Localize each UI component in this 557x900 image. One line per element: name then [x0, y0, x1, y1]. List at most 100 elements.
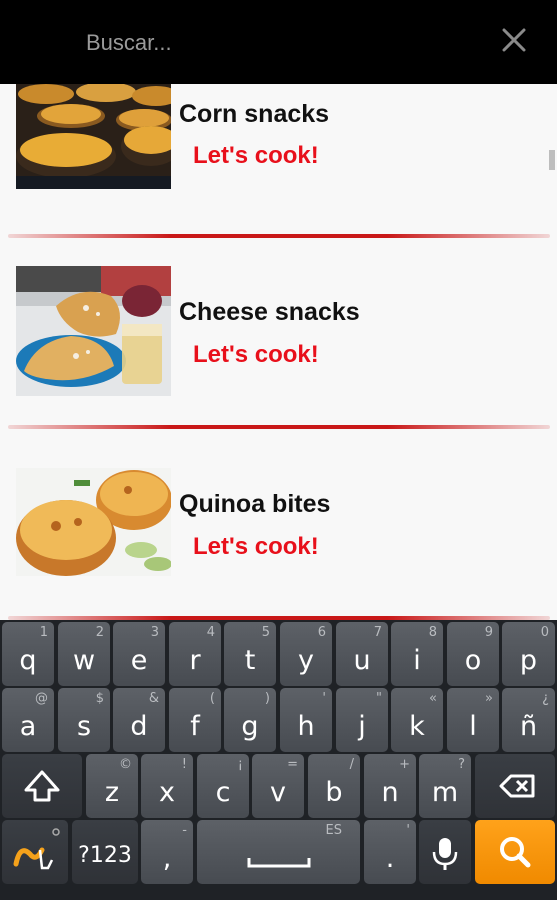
swype-icon — [13, 828, 60, 870]
key-g[interactable]: ) g — [224, 688, 276, 752]
key-label: k — [409, 711, 425, 742]
key-label: r — [189, 645, 201, 676]
lets-cook-link[interactable]: Let's cook! — [193, 341, 319, 369]
close-icon[interactable] — [496, 22, 532, 58]
key-label: f — [190, 711, 200, 742]
recipe-title: Cheese snacks — [179, 298, 360, 326]
key-v[interactable]: = v — [252, 754, 304, 818]
symbols-key[interactable]: ?123 — [72, 820, 138, 884]
key-label: a — [19, 711, 37, 742]
shift-key[interactable] — [2, 754, 82, 818]
key-alt: & — [148, 691, 159, 706]
key-o[interactable]: 9o — [447, 622, 499, 686]
key-u[interactable]: 7u — [336, 622, 388, 686]
key-z[interactable]: © z — [86, 754, 138, 818]
lets-cook-link[interactable]: Let's cook! — [193, 142, 319, 170]
key-label: v — [270, 777, 286, 808]
key-alt: ( — [209, 691, 215, 706]
key-label: p — [519, 645, 538, 676]
key-alt: + — [399, 757, 410, 772]
search-input[interactable] — [86, 28, 466, 58]
key-j[interactable]: " j — [336, 688, 388, 752]
key-label: d — [130, 711, 148, 742]
key-comma[interactable]: -, — [141, 820, 193, 884]
key-label: e — [130, 645, 148, 676]
key-label: h — [297, 711, 315, 742]
key-alt: 9 — [484, 625, 493, 640]
key-s[interactable]: $ s — [58, 688, 110, 752]
key-label: u — [353, 645, 371, 676]
key-c[interactable]: ¡ c — [197, 754, 249, 818]
key-label: y — [298, 645, 314, 676]
recipe-image-quinoa-bites — [16, 468, 171, 576]
key-m[interactable]: ? m — [419, 754, 471, 818]
key-label: x — [159, 777, 175, 808]
key-alt: ) — [264, 691, 270, 706]
recipe-title: Quinoa bites — [179, 490, 331, 518]
key-label: w — [72, 645, 96, 676]
key-label: . — [385, 843, 395, 874]
key-p[interactable]: 0p — [502, 622, 555, 686]
lets-cook-link[interactable]: Let's cook! — [193, 533, 319, 561]
list-item[interactable]: Corn snacks Let's cook! — [0, 84, 557, 268]
key-alt: $ — [95, 691, 104, 706]
key-alt: 1 — [39, 625, 48, 640]
key-label: c — [215, 777, 231, 808]
mic-key[interactable] — [419, 820, 471, 884]
scrollbar[interactable] — [549, 150, 555, 170]
key-n-tilde[interactable]: ¿ ñ — [502, 688, 555, 752]
backspace-key[interactable] — [475, 754, 555, 818]
divider — [8, 234, 550, 238]
backspace-icon — [499, 774, 535, 798]
key-label: n — [381, 777, 399, 808]
recipe-image-corn-snacks — [16, 84, 171, 189]
key-label: m — [431, 777, 459, 808]
key-period[interactable]: '. — [364, 820, 416, 884]
key-alt: ¡ — [237, 757, 243, 772]
key-n[interactable]: + n — [364, 754, 416, 818]
key-alt: = — [287, 757, 298, 772]
key-f[interactable]: (f — [169, 688, 221, 752]
key-h[interactable]: ' h — [280, 688, 332, 752]
key-alt: ' — [322, 691, 326, 706]
key-e[interactable]: 3e — [113, 622, 165, 686]
key-alt: ? — [458, 757, 465, 772]
key-alt: 6 — [317, 625, 326, 640]
key-l[interactable]: » l — [447, 688, 499, 752]
key-label: z — [104, 777, 120, 808]
key-b[interactable]: / b — [308, 754, 360, 818]
key-t[interactable]: 5t — [224, 622, 276, 686]
key-label: j — [358, 711, 366, 742]
key-label: b — [325, 777, 343, 808]
space-icon — [247, 858, 311, 868]
soft-keyboard: 1q 2w 3e 4r 5t 6y 7u 8i 9o 0p @ a $ s & d (… — [0, 620, 557, 900]
key-d[interactable]: & d — [113, 688, 165, 752]
key-alt: ! — [181, 757, 187, 772]
key-w[interactable]: 2w — [58, 622, 110, 686]
key-q[interactable]: 1q — [2, 622, 54, 686]
recipe-image-cheese-snacks — [16, 266, 171, 396]
key-label: l — [469, 711, 477, 742]
recipe-list[interactable]: Corn snacks Let's cook! Cheese snacks Le… — [0, 84, 557, 620]
space-key[interactable]: ES — [197, 820, 360, 884]
key-alt: ' — [406, 823, 410, 838]
key-label: i — [413, 645, 421, 676]
key-alt: - — [182, 823, 187, 838]
key-r[interactable]: 4r — [169, 622, 221, 686]
key-i[interactable]: 8i — [391, 622, 443, 686]
search-key[interactable] — [475, 820, 555, 884]
key-alt: 3 — [150, 625, 159, 640]
key-alt: 8 — [428, 625, 437, 640]
list-item[interactable]: Cheese snacks Let's cook! — [0, 266, 557, 456]
list-item[interactable]: Quinoa bites Let's cook! — [0, 468, 557, 620]
key-x[interactable]: ! x — [141, 754, 193, 818]
recipe-title: Corn snacks — [179, 100, 330, 128]
swype-key[interactable] — [2, 820, 68, 884]
key-a[interactable]: @ a — [2, 688, 54, 752]
mic-icon — [432, 838, 458, 870]
shift-icon — [24, 770, 60, 802]
key-y[interactable]: 6y — [280, 622, 332, 686]
key-alt: 7 — [373, 625, 382, 640]
key-k[interactable]: «k — [391, 688, 443, 752]
key-label: , — [162, 843, 172, 874]
